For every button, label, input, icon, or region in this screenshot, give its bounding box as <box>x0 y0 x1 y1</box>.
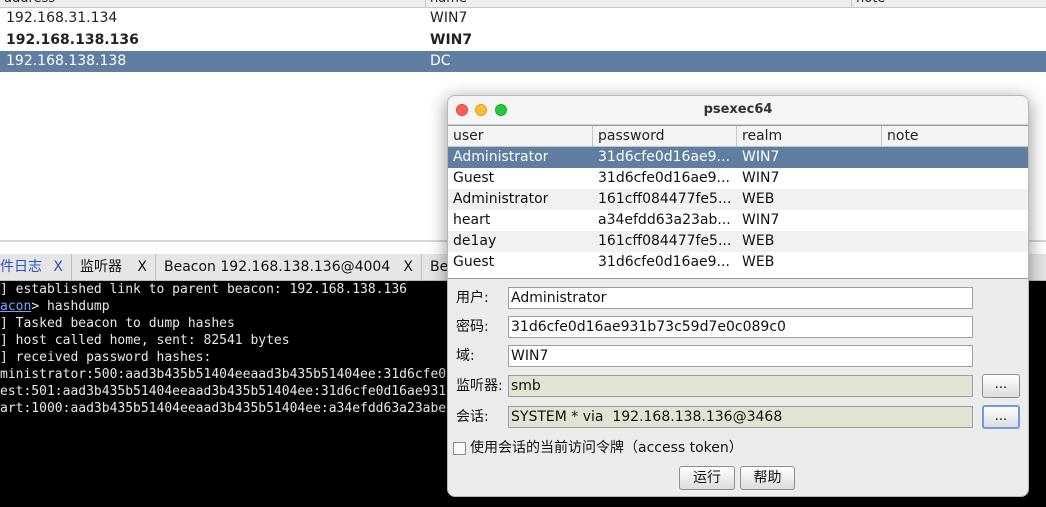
user-label: 用户: <box>456 290 489 306</box>
tab-label: 监听器 <box>80 259 122 275</box>
cred-password: 31d6cfe0d16ae9... <box>598 254 730 270</box>
use-token-label[interactable]: 使用会话的当前访问令牌（access token） <box>470 437 743 459</box>
cred-password: a34efdd63a23ab... <box>598 212 731 228</box>
credential-row[interactable]: Guest 31d6cfe0d16ae9... WIN7 <box>448 168 1028 189</box>
dialog-title: psexec64 <box>703 102 773 117</box>
cred-password: 161cff084477fe5... <box>598 191 732 207</box>
console-line: est:501:aad3b435b51404eeaad3b435b51404ee… <box>0 384 447 399</box>
cred-realm: WIN7 <box>742 170 780 186</box>
cred-password: 31d6cfe0d16ae9... <box>598 149 730 165</box>
user-field[interactable] <box>508 287 973 309</box>
column-header-user[interactable]: user <box>448 126 593 146</box>
credential-row[interactable]: de1ay 161cff084477fe5... WEB <box>448 231 1028 252</box>
cred-user: heart <box>453 212 491 228</box>
cred-user: Administrator <box>453 149 549 165</box>
tab-label: 件日志 <box>0 259 42 275</box>
tab-close-icon[interactable]: X <box>137 254 147 280</box>
password-label: 密码: <box>456 319 489 335</box>
credential-row-selected[interactable]: Administrator 31d6cfe0d16ae9... WIN7 <box>448 147 1028 168</box>
listener-field[interactable] <box>508 375 973 397</box>
credential-row[interactable]: Guest 31d6cfe0d16ae9... WEB <box>448 252 1028 273</box>
cred-realm: WEB <box>742 191 775 207</box>
use-token-checkbox[interactable] <box>453 442 466 455</box>
session-field[interactable] <box>508 406 973 428</box>
cred-password: 31d6cfe0d16ae9... <box>598 170 730 186</box>
cred-user: de1ay <box>453 233 497 249</box>
cred-realm: WEB <box>742 233 775 249</box>
target-row-selected[interactable]: 192.168.138.138 DC <box>0 51 1046 72</box>
column-header-password[interactable]: password <box>593 126 737 146</box>
tab-close-icon[interactable]: X <box>53 254 63 280</box>
cred-user: Guest <box>453 170 495 186</box>
column-header-realm[interactable]: realm <box>737 126 882 146</box>
domain-field[interactable] <box>508 345 973 367</box>
console-line: ministrator:500:aad3b435b51404eeaad3b435… <box>0 367 447 382</box>
console-line: ] Tasked beacon to dump hashes <box>0 316 235 331</box>
tab-close-icon[interactable]: X <box>403 254 413 280</box>
target-name: WIN7 <box>430 32 473 48</box>
cred-realm: WIN7 <box>742 149 780 165</box>
target-row[interactable]: 192.168.138.136 WIN7 <box>0 30 1046 51</box>
console-line: acon> hashdump <box>0 299 110 314</box>
column-header-name[interactable]: name <box>426 0 852 7</box>
domain-label: 域: <box>456 348 475 364</box>
console-line: art:1000:aad3b435b51404eeaad3b435b51404e… <box>0 401 447 416</box>
target-address: 192.168.138.136 <box>6 32 139 48</box>
psexec64-dialog: psexec64 user password realm note Admini… <box>447 95 1029 497</box>
credentials-table: user password realm note Administrator 3… <box>448 125 1028 279</box>
listener-browse-button[interactable]: ... <box>982 374 1020 398</box>
column-header-note[interactable]: note <box>882 126 1028 146</box>
target-name: DC <box>430 53 451 69</box>
listener-label: 监听器: <box>456 378 503 394</box>
cred-realm: WEB <box>742 254 775 270</box>
console-prompt-link[interactable]: acon <box>0 299 31 314</box>
targets-table-header: address name note <box>0 0 1046 8</box>
cred-password: 161cff084477fe5... <box>598 233 732 249</box>
column-header-note[interactable]: note <box>852 0 1046 7</box>
tab-listeners[interactable]: 监听器 X <box>72 254 156 280</box>
credential-row[interactable]: Administrator 161cff084477fe5... WEB <box>448 189 1028 210</box>
tab-label: Be <box>430 259 449 275</box>
session-browse-button[interactable]: ... <box>982 405 1020 429</box>
tab-beacon[interactable]: Beacon 192.168.138.136@4004 X <box>156 254 422 280</box>
run-button[interactable]: 运行 <box>679 466 735 490</box>
target-name: WIN7 <box>430 10 468 26</box>
credentials-table-header: user password realm note <box>448 126 1028 147</box>
help-button[interactable]: 帮助 <box>740 466 795 490</box>
console-line: ] host called home, sent: 82541 bytes <box>0 333 290 348</box>
cred-realm: WIN7 <box>742 212 780 228</box>
column-header-address[interactable]: address <box>0 0 426 7</box>
tab-label: Beacon 192.168.138.136@4004 <box>164 259 391 275</box>
dialog-titlebar[interactable]: psexec64 <box>448 96 1028 125</box>
target-address: 192.168.138.138 <box>6 53 127 69</box>
credential-row[interactable]: heart a34efdd63a23ab... WIN7 <box>448 210 1028 231</box>
console-line: ] established link to parent beacon: 192… <box>0 282 407 297</box>
session-label: 会话: <box>456 409 489 425</box>
cred-user: Administrator <box>453 191 549 207</box>
target-address: 192.168.31.134 <box>6 10 118 26</box>
tab-event-log[interactable]: 件日志 X <box>0 254 72 280</box>
password-field[interactable] <box>508 316 973 338</box>
cred-user: Guest <box>453 254 495 270</box>
console-line: ] received password hashes: <box>0 350 212 365</box>
target-row[interactable]: 192.168.31.134 WIN7 <box>0 8 1046 29</box>
